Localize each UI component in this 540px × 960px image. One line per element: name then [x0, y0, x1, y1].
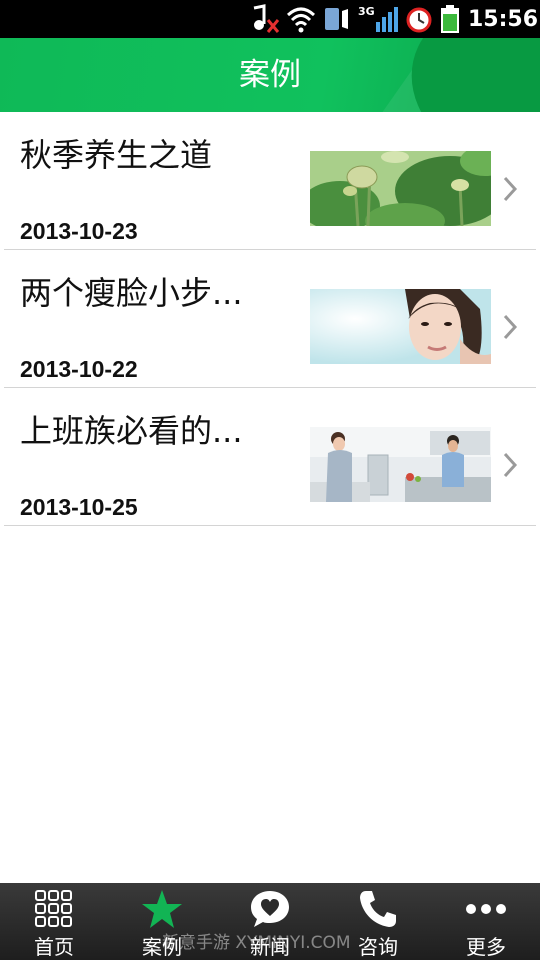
chevron-right-icon [500, 450, 520, 480]
item-title: 两个瘦脸小步... [20, 274, 243, 312]
page-title: 案例 [239, 57, 301, 93]
signal-icon: 3G [358, 4, 398, 34]
list-item[interactable]: 上班族必看的... 2013-10-25 [4, 388, 536, 526]
heart-bubble-icon [249, 889, 291, 929]
alarm-icon [404, 4, 434, 34]
tab-home[interactable]: 首页 [0, 883, 108, 960]
tab-label: 首页 [34, 935, 74, 959]
woman-face-photo [310, 289, 491, 364]
chevron-right-icon [500, 174, 520, 204]
grid-icon [35, 889, 73, 929]
svg-text:3G: 3G [358, 5, 375, 18]
chevron-right-icon [500, 312, 520, 342]
item-title: 上班族必看的... [20, 412, 243, 450]
phone-icon [358, 889, 398, 929]
watermark: 新意手游 XYMINYI.COM [162, 933, 351, 953]
more-dots-icon [465, 889, 507, 929]
tab-more[interactable]: 更多 [432, 883, 540, 960]
vibrate-icon [322, 5, 352, 33]
music-muted-icon [248, 4, 280, 34]
list-item[interactable]: 两个瘦脸小步... 2013-10-22 [4, 250, 536, 388]
status-bar: 3G 15:56 [0, 0, 540, 38]
star-icon [141, 889, 183, 929]
wifi-icon [286, 5, 316, 33]
case-list: 秋季养生之道 2013-10-23 两个瘦脸小步... 2013-10-22 上… [0, 112, 540, 526]
tab-label: 更多 [466, 935, 506, 959]
item-date: 2013-10-23 [20, 218, 138, 244]
status-time: 15:56 [467, 6, 538, 32]
item-date: 2013-10-22 [20, 356, 138, 382]
kitchen-couple-photo [310, 427, 491, 502]
title-bar: 案例 [0, 38, 540, 112]
item-date: 2013-10-25 [20, 494, 138, 520]
lotus-leaves-photo [310, 151, 491, 226]
list-item[interactable]: 秋季养生之道 2013-10-23 [4, 112, 536, 250]
battery-icon [440, 4, 460, 34]
item-title: 秋季养生之道 [20, 136, 213, 174]
tab-label: 咨询 [358, 935, 398, 959]
